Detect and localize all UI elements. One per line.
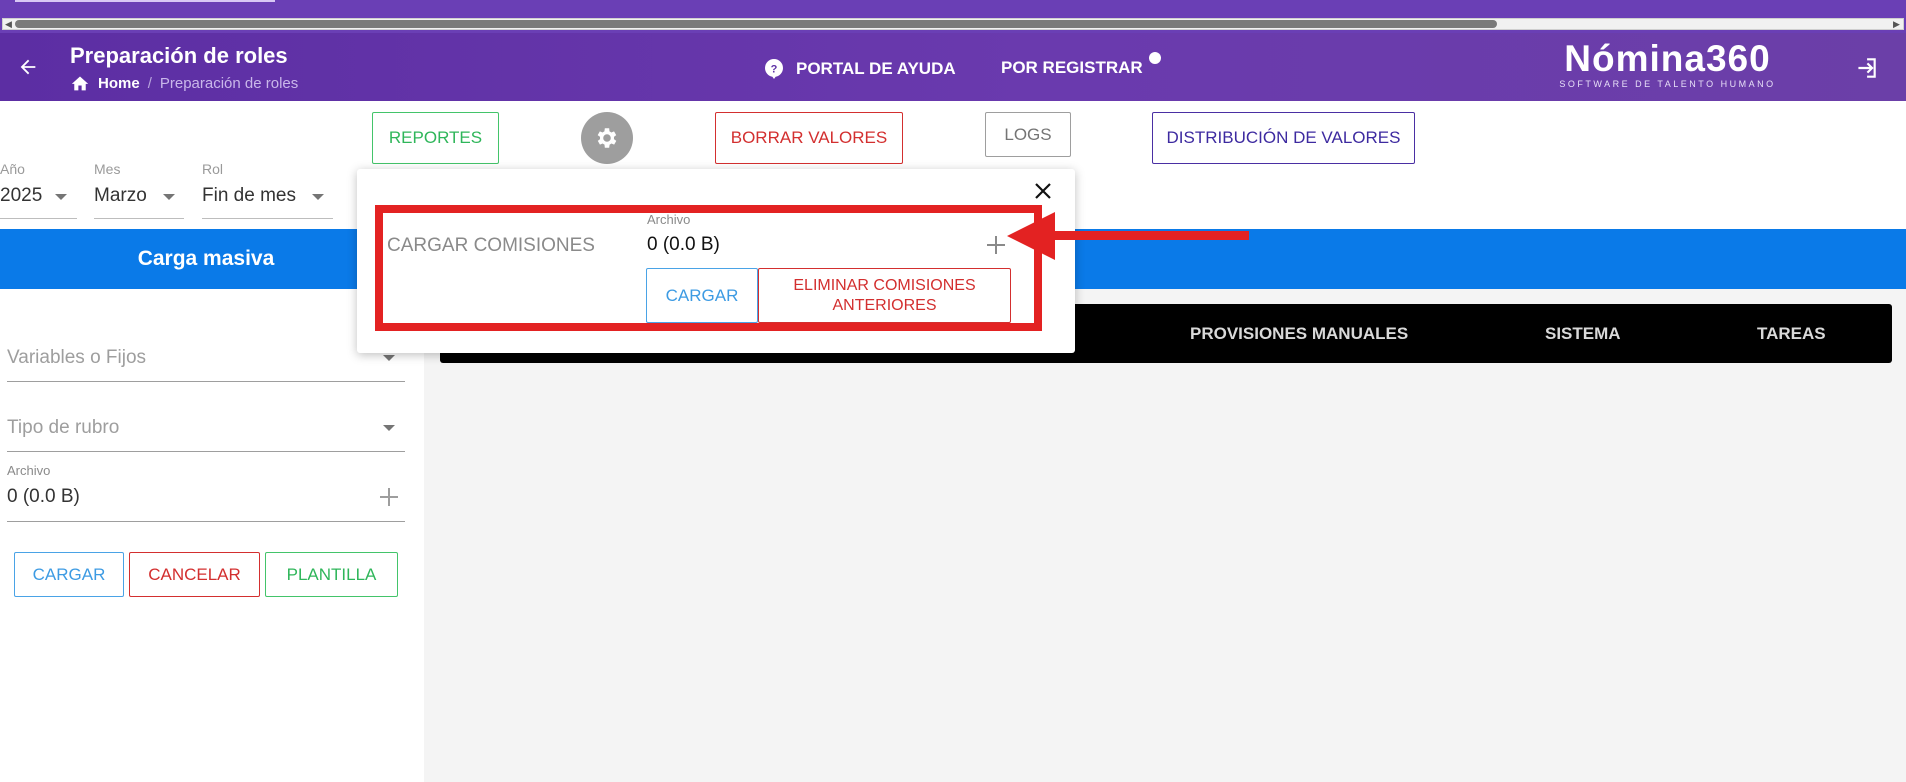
scrollbar-thumb[interactable] bbox=[15, 20, 1497, 28]
breadcrumb-home[interactable]: Home bbox=[98, 75, 140, 92]
breadcrumb-separator: / bbox=[147, 74, 152, 92]
page: ◀ ▶ Preparación de roles Home / Preparac… bbox=[0, 0, 1906, 782]
variables-select[interactable]: Variables o Fijos bbox=[7, 347, 146, 369]
month-select[interactable]: Marzo bbox=[94, 185, 147, 207]
tab-provisiones-manuales[interactable]: PROVISIONES MANUALES bbox=[1190, 304, 1408, 363]
month-caret-icon[interactable] bbox=[163, 194, 175, 200]
page-title: Preparación de roles bbox=[70, 43, 288, 68]
add-file-icon[interactable] bbox=[378, 486, 400, 508]
role-select[interactable]: Fin de mes bbox=[202, 185, 296, 207]
register-link[interactable]: POR REGISTRAR bbox=[1001, 52, 1161, 78]
back-arrow-icon[interactable] bbox=[14, 53, 42, 81]
borrar-valores-button[interactable]: BORRAR VALORES bbox=[715, 112, 903, 164]
annotation-arrow-shaft bbox=[1040, 231, 1249, 240]
svg-text:?: ? bbox=[771, 64, 778, 76]
tab-indicator bbox=[15, 0, 275, 2]
breadcrumb: Home / Preparación de roles bbox=[70, 74, 298, 92]
year-select[interactable]: 2025 bbox=[0, 185, 42, 207]
tipo-rubro-select[interactable]: Tipo de rubro bbox=[7, 417, 119, 439]
year-caret-icon[interactable] bbox=[55, 194, 67, 200]
month-underline bbox=[94, 218, 184, 219]
role-underline bbox=[202, 218, 333, 219]
cancelar-button[interactable]: CANCELAR bbox=[129, 552, 260, 597]
tab-sistema[interactable]: SISTEMA bbox=[1545, 304, 1621, 363]
scroll-right-icon[interactable]: ▶ bbox=[1893, 19, 1900, 29]
variables-caret-icon[interactable] bbox=[383, 355, 395, 361]
variables-underline bbox=[7, 381, 405, 382]
file-label: Archivo bbox=[7, 463, 51, 478]
month-label: Mes bbox=[94, 161, 121, 177]
help-icon: ? bbox=[765, 59, 783, 79]
cargar-button[interactable]: CARGAR bbox=[14, 552, 124, 597]
help-portal-link[interactable]: ? PORTAL DE AYUDA bbox=[762, 57, 956, 81]
bulk-load-title: Carga masiva bbox=[137, 247, 275, 270]
logo-subtitle: SOFTWARE DE TALENTO HUMANO bbox=[1559, 79, 1776, 89]
close-icon[interactable] bbox=[1032, 180, 1054, 202]
status-dot bbox=[1148, 52, 1161, 64]
file-input[interactable]: 0 (0.0 B) bbox=[7, 486, 80, 508]
tab-tareas[interactable]: TAREAS bbox=[1757, 304, 1826, 363]
year-label: Año bbox=[0, 161, 25, 177]
plantilla-button[interactable]: PLANTILLA bbox=[265, 552, 398, 597]
logs-button[interactable]: LOGS bbox=[985, 112, 1071, 157]
app-header: Preparación de roles Home / Preparación … bbox=[0, 33, 1906, 101]
role-label: Rol bbox=[202, 161, 224, 177]
annotation-highlight-box bbox=[375, 205, 1042, 331]
breadcrumb-current: Preparación de roles bbox=[159, 74, 299, 92]
gear-icon bbox=[597, 128, 617, 148]
logo-text: Nómina360 bbox=[1564, 38, 1771, 79]
settings-button[interactable] bbox=[581, 112, 633, 164]
year-underline bbox=[0, 218, 77, 219]
logout-icon[interactable] bbox=[1853, 55, 1879, 81]
logo: Nómina360 SOFTWARE DE TALENTO HUMANO bbox=[1555, 38, 1780, 90]
home-icon[interactable] bbox=[70, 74, 90, 92]
distribucion-valores-button[interactable]: DISTRIBUCIÓN DE VALORES bbox=[1152, 112, 1415, 164]
role-caret-icon[interactable] bbox=[312, 194, 324, 200]
scroll-left-icon[interactable]: ◀ bbox=[5, 19, 12, 29]
tipo-caret-icon[interactable] bbox=[383, 425, 395, 431]
reportes-button[interactable]: REPORTES bbox=[372, 112, 499, 164]
file-underline bbox=[7, 521, 405, 522]
annotation-arrow-head bbox=[1007, 212, 1055, 260]
register-label: POR REGISTRAR bbox=[1001, 58, 1143, 77]
help-label: PORTAL DE AYUDA bbox=[796, 59, 956, 78]
tipo-underline bbox=[7, 451, 405, 452]
